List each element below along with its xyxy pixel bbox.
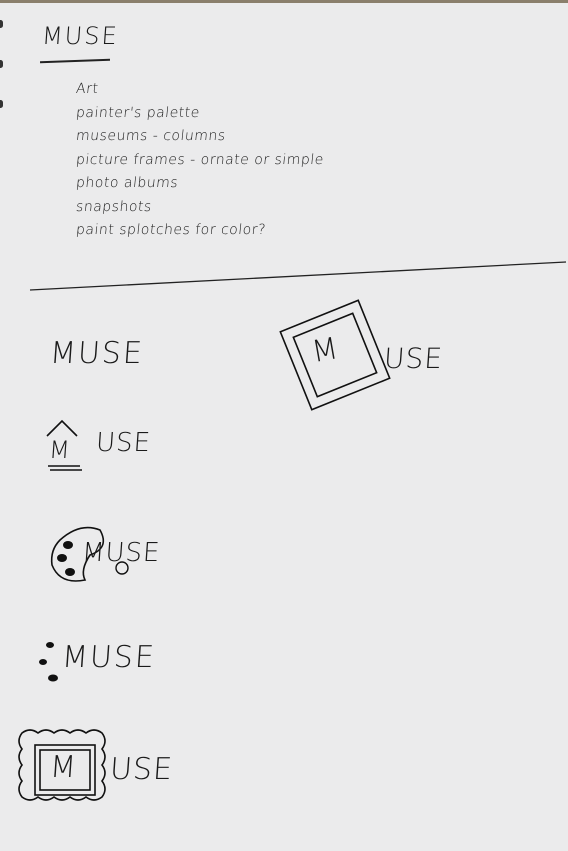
logo-dots-text: MUSE bbox=[60, 640, 158, 675]
roof-rest: USE bbox=[94, 428, 153, 458]
tilted-frame-rest: USE bbox=[382, 342, 445, 375]
ornate-frame-letter: M bbox=[48, 750, 79, 785]
paint-dots-drawing bbox=[39, 642, 58, 682]
logo-plain: MUSE bbox=[48, 336, 146, 371]
ornate-frame-rest: USE bbox=[108, 752, 175, 787]
roof-letter: M bbox=[48, 436, 72, 464]
logo-palette-text: MUSE bbox=[80, 538, 162, 568]
section-divider bbox=[29, 261, 567, 291]
sketch-drawings bbox=[18, 261, 567, 801]
tilted-frame-letter: M bbox=[309, 330, 342, 371]
